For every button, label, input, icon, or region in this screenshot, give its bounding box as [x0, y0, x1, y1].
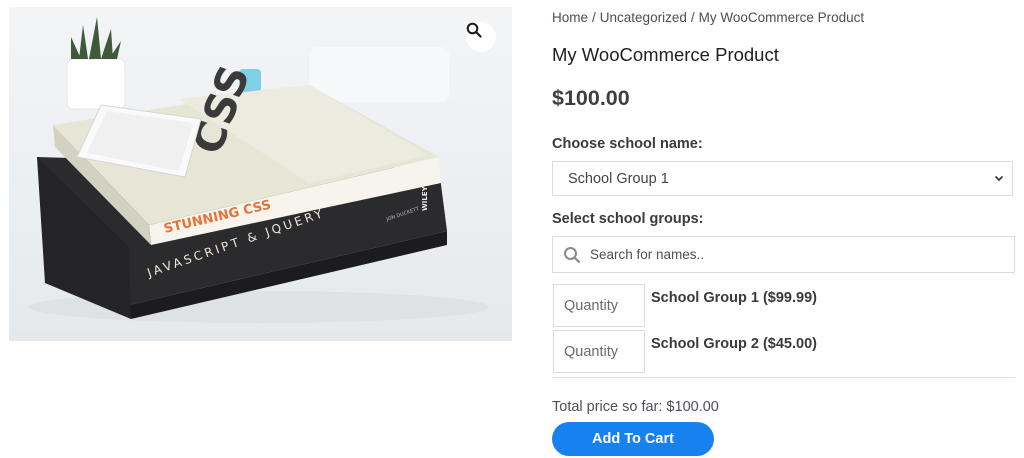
add-to-cart-button[interactable]: Add To Cart — [552, 422, 714, 456]
group-1-label: School Group 1 ($99.99) — [651, 290, 817, 306]
chevron-down-icon — [994, 175, 1004, 182]
school-groups-label: Select school groups: — [552, 211, 704, 227]
search-icon — [466, 22, 482, 38]
breadcrumb-separator: / — [690, 10, 695, 25]
product-title: My WooCommerce Product — [552, 44, 779, 65]
product-price: $100.00 — [552, 86, 630, 110]
plant — [71, 17, 121, 59]
school-name-selected: School Group 1 — [568, 170, 669, 187]
divider — [552, 377, 1015, 378]
breadcrumb-separator: / — [592, 10, 596, 25]
bottom-book-publisher: WILEY — [421, 185, 429, 211]
product-image[interactable]: JAVASCRIPT & JQUERY JON DUCKETT WILEY CS… — [9, 7, 512, 341]
plant-pot — [66, 58, 126, 110]
group-row: School Group 1 ($99.99) — [552, 284, 1016, 328]
search-icon — [564, 246, 581, 263]
product-photo: JAVASCRIPT & JQUERY JON DUCKETT WILEY CS… — [29, 17, 489, 323]
product-page: JAVASCRIPT & JQUERY JON DUCKETT WILEY CS… — [0, 0, 1024, 458]
group-2-quantity-input[interactable] — [553, 330, 645, 373]
blurred-device — [309, 47, 449, 102]
group-row: School Group 2 ($45.00) — [552, 330, 1016, 374]
group-2-label: School Group 2 ($45.00) — [651, 336, 817, 352]
group-search-field[interactable] — [552, 236, 1015, 273]
zoom-button[interactable] — [466, 22, 496, 52]
group-search-input[interactable] — [588, 246, 992, 263]
group-1-quantity-input[interactable] — [553, 284, 645, 327]
breadcrumb-category[interactable]: Uncategorized — [600, 10, 687, 25]
breadcrumb: Home / Uncategorized / My WooCommerce Produc… — [552, 10, 864, 25]
school-name-select[interactable]: School Group 1 — [552, 161, 1013, 196]
breadcrumb-home[interactable]: Home — [552, 10, 588, 25]
breadcrumb-current: My WooCommerce Product — [698, 10, 865, 25]
total-price: Total price so far: $100.00 — [552, 399, 719, 415]
school-name-label: Choose school name: — [552, 136, 703, 152]
